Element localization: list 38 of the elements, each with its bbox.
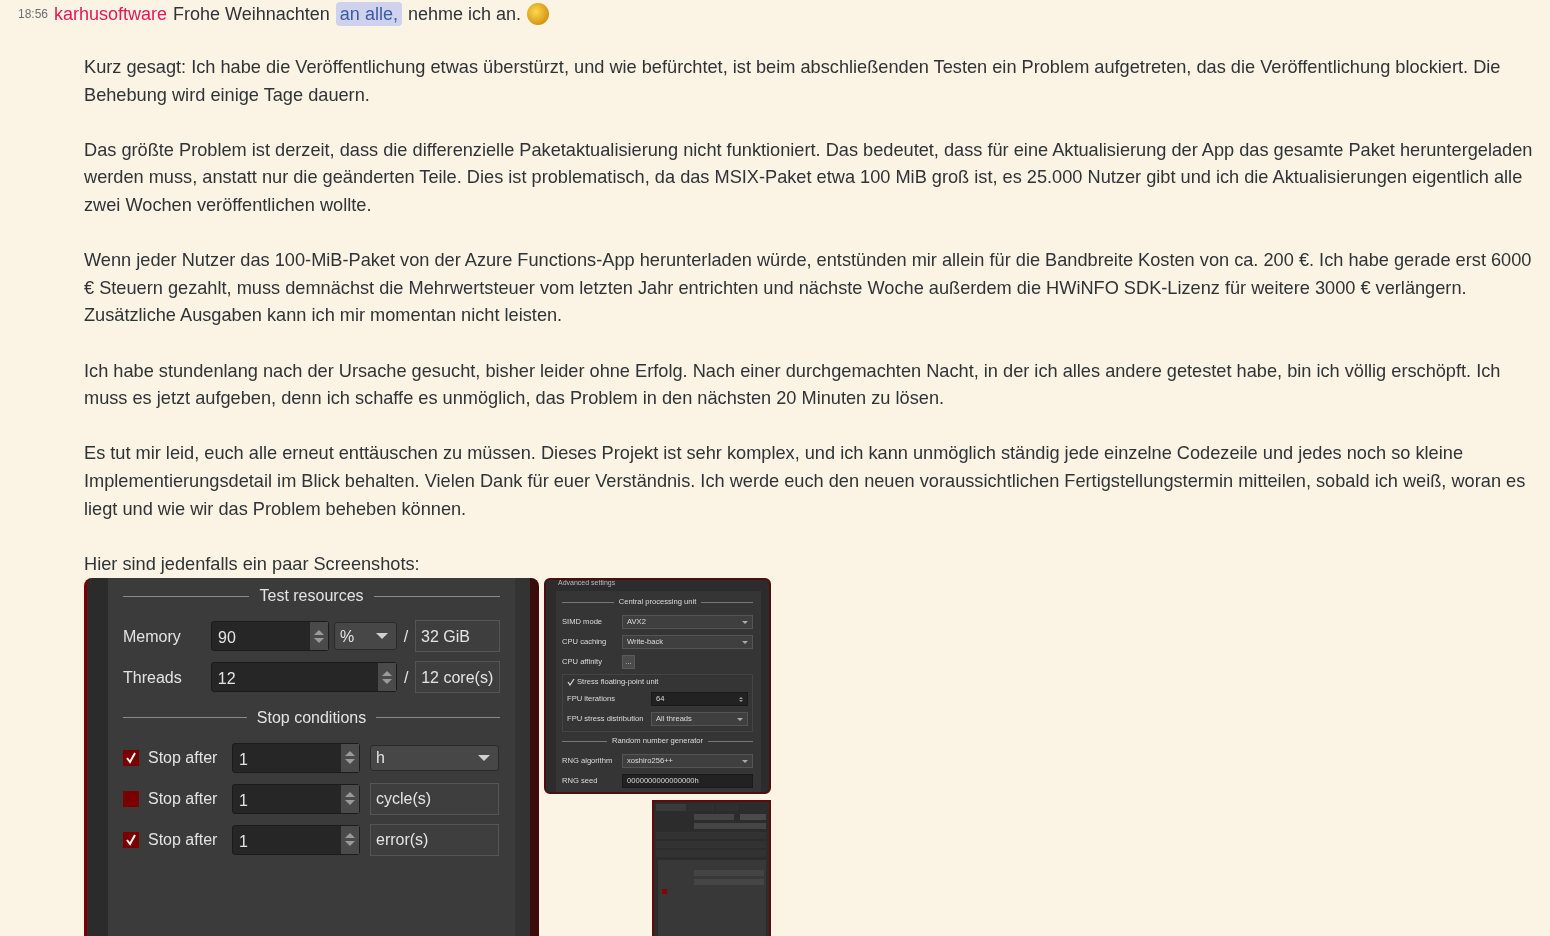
field-label: Memory	[123, 626, 182, 647]
spin-box[interactable]: 1	[232, 742, 360, 773]
message-paragraph: Hier sind jedenfalls ein paar Screenshots:	[84, 552, 421, 576]
unit-field: error(s)	[370, 823, 499, 856]
checkbox[interactable]	[123, 831, 139, 848]
checkbox-label: Stop after	[148, 830, 219, 851]
mention[interactable]: an alle,	[335, 2, 402, 26]
checkbox[interactable]	[123, 790, 139, 807]
unit-field: cycle(s)	[370, 782, 499, 815]
spin-box[interactable]: 1	[232, 783, 360, 814]
emoji-icon	[527, 3, 549, 25]
timestamp: 18:56	[18, 6, 49, 23]
spin-box[interactable]: 90	[211, 621, 329, 652]
separator-text: /	[402, 626, 410, 647]
separator-text: /	[403, 667, 410, 688]
checkbox[interactable]	[567, 678, 575, 687]
field-label: Threads	[123, 667, 183, 688]
spin-box[interactable]: 12	[210, 662, 398, 693]
total-field: 12 core(s)	[415, 661, 500, 694]
message-paragraph: Kurz gesagt: Ich habe die Veröffentlichung etwas überstürzt, und wie befürchtet, ist beim abschließenden Testen ein Problem aufgetreten, das die Veröffentlichung blockiert. Die Behebung wird einige Tage dauern.	[84, 56, 1502, 107]
unit-dropdown[interactable]: %	[334, 622, 397, 651]
message-paragraph: Ich habe stundenlang nach der Ursache gesucht, bisher leider ohne Erfolg. Nach einer durchgemachten Nacht, in der ich alles andere getestet habe, bin ich völlig erschöpft. Ich muss es jetzt aufgeben, denn ich schaffe es unmöglich, das Problem in den nächsten 20 Minuten zu lösen.	[84, 359, 1502, 411]
checkbox[interactable]	[123, 749, 139, 766]
message-text: Frohe Weihnachten	[173, 3, 330, 26]
checkbox-label: Stop after	[148, 748, 219, 769]
spin-box[interactable]: 1	[232, 824, 360, 855]
screenshot-panel[interactable]	[544, 578, 771, 795]
checkbox-label: Stop after	[148, 789, 219, 810]
section-title: Stop conditions	[256, 707, 367, 728]
message-paragraph: Es tut mir leid, euch alle erneut enttäuschen zu müssen. Dieses Projekt ist sehr komplex, und ich kann unmöglich ständig jede einzelne Codezeile und jedes noch so kleine Implementierungsdetail im Blick behalten. Vielen Dank für euer Verständnis. Ich werde euch den neuen voraussichtlichen Fertigstellungstermin mitteilen, sobald ich weiß, woran es liegt und wie wir das Problem beheben können.	[84, 442, 1527, 521]
username[interactable]: karhusoftware	[54, 2, 168, 26]
section-title: Test resources	[259, 586, 364, 607]
unit-dropdown[interactable]: h	[370, 744, 499, 771]
message-paragraph: Wenn jeder Nutzer das 100-MiB-Paket von der Azure Functions-App herunterladen würde, entstünden mir allein für die Bandbreite Kosten von ca. 200 €. Ich habe gerade erst 6000 € Steuern gezahlt, muss demnächst die Mehrwertsteuer vom letzten Jahr entrichten und nächste Woche außerdem die HWiNFO SDK-Lizenz für weitere 3000 € verlängern. Zusätzliche Ausgaben kann ich mir momentan nicht leisten.	[84, 249, 1533, 328]
total-field: 32 GiB	[415, 620, 500, 653]
screenshot-panel[interactable]: Test resources Memory 90 % / 32 GiB Threads 12 / 12 core(s) Stop conditions Stop after 1 h Stop after 1 cycle(s) Stop after 1 error(s)	[84, 578, 539, 936]
message-paragraph: Das größte Problem ist derzeit, dass die differenzielle Paketaktualisierung nicht funktioniert. Das bedeutet, dass für eine Aktualisierung der App das gesamte Paket heruntergeladen werden muss, anstatt nur die geänderten Teile. Dies ist problematisch, da das MSIX-Paket etwa 100 MiB groß ist, es 25.000 Nutzer gibt und ich die Aktualisierungen eigentlich alle zwei Wochen veröffentlichen wollte.	[84, 138, 1534, 217]
message-text: nehme ich an.	[407, 3, 521, 26]
